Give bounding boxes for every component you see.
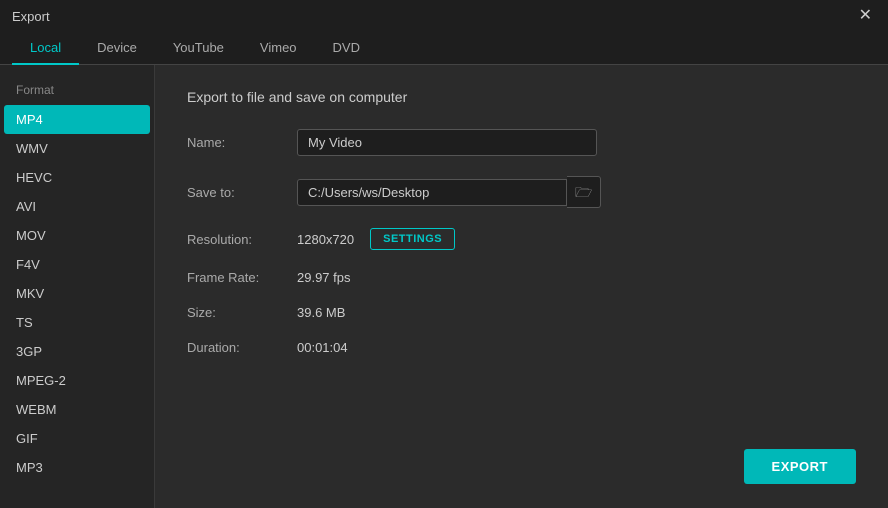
main-panel: Export to file and save on computer Name… [155, 65, 888, 508]
tab-vimeo[interactable]: Vimeo [242, 32, 315, 65]
size-label: Size: [187, 305, 297, 320]
frame-rate-row: Frame Rate: 29.97 fps [187, 270, 856, 285]
format-f4v[interactable]: F4V [0, 250, 154, 279]
format-hevc[interactable]: HEVC [0, 163, 154, 192]
save-to-input[interactable] [297, 179, 567, 206]
resolution-label: Resolution: [187, 232, 297, 247]
format-mp4[interactable]: MP4 [4, 105, 150, 134]
size-row: Size: 39.6 MB [187, 305, 856, 320]
export-window: Export ✕ Local Device YouTube Vimeo DVD … [0, 0, 888, 508]
panel-title: Export to file and save on computer [187, 89, 856, 105]
duration-label: Duration: [187, 340, 297, 355]
format-ts[interactable]: TS [0, 308, 154, 337]
tab-dvd[interactable]: DVD [315, 32, 378, 65]
tab-device[interactable]: Device [79, 32, 155, 65]
duration-row: Duration: 00:01:04 [187, 340, 856, 355]
name-row: Name: [187, 129, 856, 156]
format-3gp[interactable]: 3GP [0, 337, 154, 366]
export-button[interactable]: EXPORT [744, 449, 856, 484]
format-webm[interactable]: WEBM [0, 395, 154, 424]
tab-bar: Local Device YouTube Vimeo DVD [0, 32, 888, 65]
resolution-row: Resolution: 1280x720 SETTINGS [187, 228, 856, 250]
close-button[interactable]: ✕ [855, 6, 876, 26]
format-wmv[interactable]: WMV [0, 134, 154, 163]
resolution-group: 1280x720 SETTINGS [297, 228, 455, 250]
format-avi[interactable]: AVI [0, 192, 154, 221]
save-to-label: Save to: [187, 185, 297, 200]
name-input[interactable] [297, 129, 597, 156]
tab-local[interactable]: Local [12, 32, 79, 65]
settings-button[interactable]: SETTINGS [370, 228, 455, 250]
format-mp3[interactable]: MP3 [0, 453, 154, 482]
save-to-input-group: 🗁 [297, 176, 601, 208]
sidebar: Format MP4 WMV HEVC AVI MOV F4V MKV TS 3… [0, 65, 155, 508]
duration-value: 00:01:04 [297, 340, 348, 355]
folder-button[interactable]: 🗁 [567, 176, 601, 208]
name-label: Name: [187, 135, 297, 150]
size-value: 39.6 MB [297, 305, 345, 320]
title-bar: Export ✕ [0, 0, 888, 32]
window-title: Export [12, 9, 50, 24]
format-mov[interactable]: MOV [0, 221, 154, 250]
content-area: Format MP4 WMV HEVC AVI MOV F4V MKV TS 3… [0, 65, 888, 508]
save-to-row: Save to: 🗁 [187, 176, 856, 208]
tab-youtube[interactable]: YouTube [155, 32, 242, 65]
format-label: Format [0, 77, 154, 105]
format-mpeg2[interactable]: MPEG-2 [0, 366, 154, 395]
format-gif[interactable]: GIF [0, 424, 154, 453]
format-mkv[interactable]: MKV [0, 279, 154, 308]
frame-rate-label: Frame Rate: [187, 270, 297, 285]
frame-rate-value: 29.97 fps [297, 270, 351, 285]
resolution-value: 1280x720 [297, 232, 354, 247]
